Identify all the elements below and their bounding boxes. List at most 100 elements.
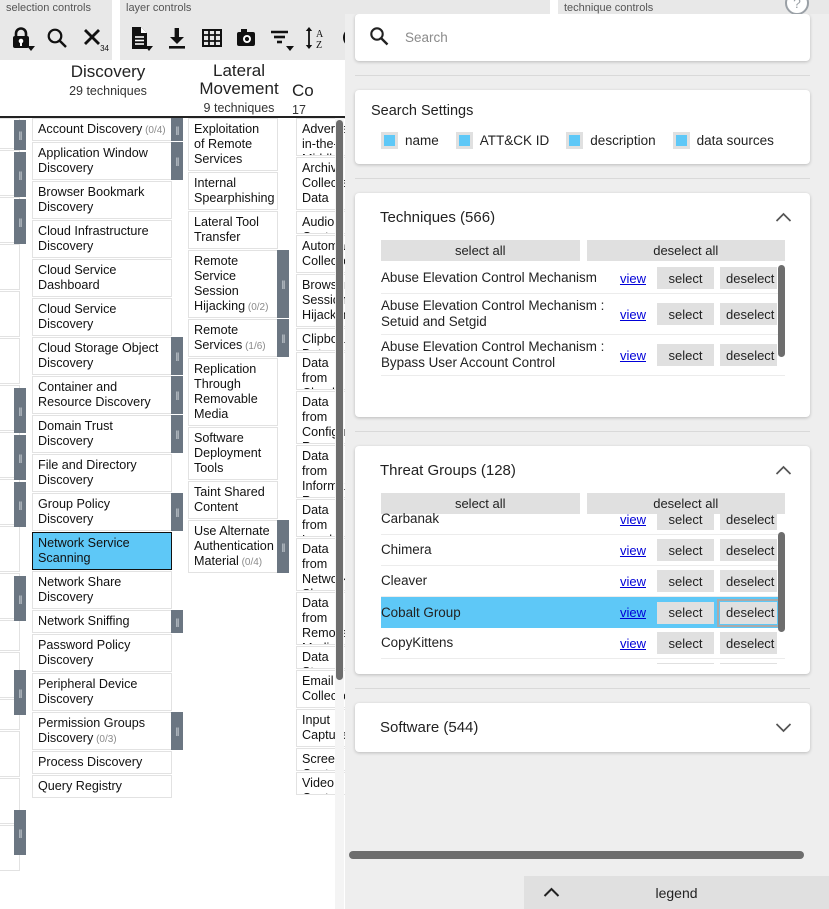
matrix-cell[interactable]: Application Window Discovery	[32, 142, 172, 180]
matrix-cell[interactable]: Internal Spearphishing	[188, 172, 278, 210]
matrix-cell[interactable]: Cloud Service Discovery	[32, 298, 172, 336]
checkbox-attack-id[interactable]	[455, 132, 473, 149]
subtechnique-handle[interactable]: ||	[14, 388, 26, 433]
select-button[interactable]: select	[657, 632, 714, 654]
deselect-button[interactable]: deselect	[720, 267, 777, 289]
subtechnique-handle[interactable]: ||	[14, 670, 26, 715]
search-setting-name[interactable]: name	[381, 132, 439, 149]
matrix-cell[interactable]: Exploitation of Remote Services	[188, 118, 278, 171]
select-button[interactable]: select	[657, 601, 714, 624]
matrix-cell[interactable]	[0, 291, 20, 337]
matrix-cell[interactable]	[0, 620, 20, 651]
subtechnique-handle[interactable]: ||	[14, 435, 26, 480]
matrix-cell[interactable]: Browser Bookmark Discovery	[32, 181, 172, 219]
matrix-cell[interactable]	[0, 338, 20, 384]
select-button[interactable]: select	[657, 508, 714, 530]
checkbox-name[interactable]	[381, 132, 398, 149]
matrix-cell[interactable]: Account Discovery (0/4)	[32, 118, 172, 141]
select-button[interactable]: select	[657, 539, 714, 561]
subtechnique-handle[interactable]: ||	[14, 576, 26, 621]
subtechnique-handle[interactable]: ||	[171, 142, 183, 180]
matrix-cell[interactable]: Domain Trust Discovery	[32, 415, 172, 453]
deselect-button[interactable]: deselect	[720, 663, 777, 664]
subtechnique-handle[interactable]: ||	[277, 319, 289, 357]
view-link[interactable]: view	[620, 271, 646, 286]
subtechnique-handle[interactable]: ||	[277, 520, 289, 573]
chevron-down-icon[interactable]	[775, 722, 792, 734]
search-setting-data-sources[interactable]: data sources	[672, 132, 774, 149]
matrix-cell[interactable]: Use Alternate Authentication Material (0…	[188, 520, 278, 573]
list-item[interactable]: Abuse Elevation Control Mechanism view sel…	[381, 263, 785, 294]
select-button[interactable]: select	[657, 303, 714, 325]
subtechnique-handle[interactable]: ||	[14, 120, 26, 150]
select-button[interactable]: select	[657, 663, 714, 664]
search-setting-attack-id[interactable]: ATT&CK ID	[455, 132, 549, 149]
deselect-button[interactable]: deselect	[720, 539, 777, 561]
list-item[interactable]: Abuse Elevation Control Mechanism : Setu…	[381, 294, 785, 335]
matrix-cell[interactable]: Container and Resource Discovery	[32, 376, 172, 414]
deselect-button[interactable]: deselect	[720, 570, 777, 592]
select-button[interactable]: select	[657, 570, 714, 592]
matrix-cell[interactable]: Taint Shared Content	[188, 481, 278, 519]
matrix-cell[interactable]: Software Deployment Tools	[188, 427, 278, 480]
view-link[interactable]: view	[620, 574, 646, 589]
matrix-cell[interactable]: Network Share Discovery	[32, 571, 172, 609]
chevron-up-icon[interactable]	[524, 887, 578, 898]
layer-file-icon[interactable]	[122, 20, 156, 56]
column-header-collection[interactable]: Co 17	[292, 60, 338, 116]
techniques-select-all-button[interactable]: select all	[381, 240, 580, 261]
clear-selection-icon[interactable]: 34	[76, 20, 110, 56]
matrix-cell[interactable]: Replication Through Removable Media	[188, 358, 278, 426]
filter-icon[interactable]	[263, 20, 297, 56]
matrix-cell[interactable]: Query Registry	[32, 775, 172, 798]
matrix-cell[interactable]: Peripheral Device Discovery	[32, 673, 172, 711]
deselect-button[interactable]: deselect	[720, 508, 777, 530]
select-button[interactable]: select	[657, 344, 714, 366]
view-link[interactable]: view	[620, 636, 646, 651]
subtechnique-handle[interactable]: ||	[14, 152, 26, 197]
subtechnique-handle[interactable]: ||	[14, 199, 26, 244]
list-item[interactable]: Cleaver view select deselect	[381, 566, 785, 597]
matrix-cell[interactable]: Remote Service Session Hijacking (0/2)	[188, 250, 278, 318]
deselect-button[interactable]: deselect	[720, 344, 777, 366]
list-item[interactable]: Carbanak view select deselect	[381, 504, 785, 535]
layer-grid-icon[interactable]	[195, 20, 229, 56]
chevron-up-icon[interactable]	[775, 465, 792, 477]
deselect-button[interactable]: deselect	[717, 598, 780, 627]
subtechnique-handle[interactable]: ||	[171, 610, 183, 633]
techniques-deselect-all-button[interactable]: deselect all	[586, 240, 785, 261]
view-link[interactable]: view	[620, 605, 646, 620]
subtechnique-handle[interactable]: ||	[14, 810, 26, 855]
subtechnique-handle[interactable]: ||	[171, 493, 183, 531]
threat-groups-accordion-header[interactable]: Threat Groups (128)	[355, 446, 810, 493]
matrix-cell[interactable]: Network Sniffing	[32, 610, 172, 633]
matrix-cell-selected[interactable]: Network Service Scanning	[32, 532, 172, 570]
matrix-cell[interactable]: File and Directory Discovery	[32, 454, 172, 492]
subtechnique-handle[interactable]: ||	[14, 482, 26, 527]
subtechnique-handle[interactable]: ||	[171, 415, 183, 453]
download-layer-icon[interactable]	[160, 20, 194, 56]
list-vertical-scrollbar[interactable]	[778, 532, 785, 632]
matrix-cell[interactable]	[0, 526, 20, 572]
checkbox-description[interactable]	[566, 132, 584, 149]
screenshot-camera-icon[interactable]	[229, 20, 263, 56]
selection-lock-icon[interactable]	[4, 20, 38, 56]
deselect-button[interactable]: deselect	[720, 303, 777, 325]
software-accordion-header[interactable]: Software (544)	[355, 703, 810, 752]
view-link[interactable]: view	[620, 307, 646, 322]
view-link[interactable]: view	[620, 512, 646, 527]
subtechnique-handle[interactable]: ||	[171, 712, 183, 750]
list-item[interactable]: viewselectdeselect	[381, 659, 785, 664]
matrix-cell[interactable]: Group Policy Discovery	[32, 493, 172, 531]
column-header-lateral-movement[interactable]: Lateral Movement 9 techniques	[188, 60, 290, 116]
matrix-cell[interactable]: Lateral Tool Transfer	[188, 211, 278, 249]
list-item[interactable]: Chimera view select deselect	[381, 535, 785, 566]
sidebar-horizontal-scrollbar[interactable]	[349, 851, 804, 859]
list-item-selected[interactable]: Cobalt Group view select deselect	[381, 597, 785, 628]
matrix-cell[interactable]	[0, 731, 20, 777]
matrix-cell[interactable]: Cloud Infrastructure Discovery	[32, 220, 172, 258]
search-toolbar-icon[interactable]	[40, 20, 74, 56]
deselect-button[interactable]: deselect	[720, 632, 777, 654]
legend-bar[interactable]: legend	[524, 876, 829, 909]
list-vertical-scrollbar[interactable]	[778, 265, 785, 357]
